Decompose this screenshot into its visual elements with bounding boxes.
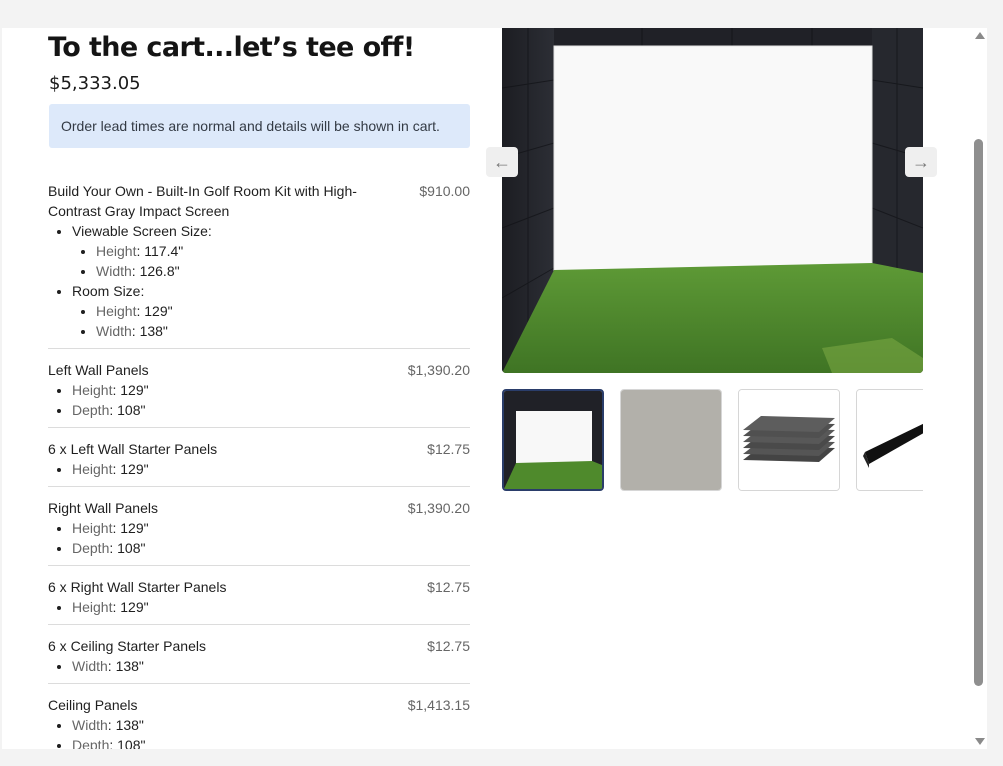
option-key: Width [72,717,108,733]
cart-modal: To the cart...let’s tee off! $5,333.05 O… [2,28,971,749]
option-key: Height [72,520,113,536]
option-value: 108" [117,402,146,418]
arrow-left-icon: ← [493,151,511,172]
gallery-prev-button[interactable]: ← [486,147,518,177]
option-value: 138" [115,717,144,733]
line-item-price: $910.00 [419,183,470,199]
line-item-name: 6 x Ceiling Starter Panels [48,638,206,654]
option-list: Width: 138"Depth: 108" [48,715,470,749]
option-item: Depth: 108" [72,538,470,558]
line-item: Ceiling Panels $1,413.15 Width: 138"Depth:… [48,684,470,749]
line-item-price: $12.75 [427,441,470,457]
option-key: Depth [72,402,110,418]
option-item: Width: 126.8" [96,261,470,281]
scroll-down-icon[interactable] [975,738,985,745]
option-key: Height [72,382,113,398]
option-group-label: Viewable Screen Size: [72,223,212,239]
option-key: Depth [72,737,110,749]
line-item-name: Left Wall Panels [48,362,149,378]
option-list: Width: 138" [48,656,470,676]
line-item-name: Build Your Own - Built-In Golf Room Kit … [48,183,357,219]
option-value: 117.4" [144,243,184,259]
option-key: Height [72,599,113,615]
lead-time-notice-text: Order lead times are normal and details … [61,118,440,134]
option-list: Viewable Screen Size:Height: 117.4"Width… [48,221,470,341]
option-value: 129" [144,303,173,319]
total-price: $5,333.05 [49,73,141,94]
line-item: 6 x Right Wall Starter Panels $12.75 Heigh… [48,566,470,625]
scroll-up-icon[interactable] [975,32,985,39]
option-key: Height [96,303,137,319]
modal-scrollbar[interactable] [971,28,987,749]
line-item: 6 x Ceiling Starter Panels $12.75 Width: 1… [48,625,470,684]
option-group: Room Size: Height: 129"Width: 138" [72,281,470,341]
page-title: To the cart...let’s tee off! [48,32,415,63]
option-value: 138" [139,323,168,339]
arrow-right-icon: → [912,151,930,172]
line-item-name: 6 x Right Wall Starter Panels [48,579,227,595]
option-list: Height: 129" [48,597,470,617]
option-group-label: Room Size: [72,283,145,299]
thumbnail-golf-room[interactable] [502,389,604,491]
option-item: Height: 117.4" [96,241,470,261]
thumbnail-trim-piece[interactable] [856,389,923,491]
line-item-name: Right Wall Panels [48,500,158,516]
option-key: Width [72,658,108,674]
line-item-price: $1,413.15 [407,697,470,713]
gallery-next-button[interactable]: → [905,147,937,177]
option-list: Height: 129"Depth: 108" [48,518,470,558]
option-value: 129" [120,599,149,615]
line-item: Build Your Own - Built-In Golf Room Kit … [48,181,470,349]
option-value: 108" [117,737,146,749]
scrollbar-thumb[interactable] [974,139,983,686]
line-item: 6 x Left Wall Starter Panels $12.75 Height… [48,428,470,487]
option-value: 129" [120,461,149,477]
option-item: Height: 129" [72,518,470,538]
line-item-price: $12.75 [427,579,470,595]
option-sublist: Height: 129"Width: 138" [72,301,470,341]
option-key: Width [96,323,132,339]
option-item: Width: 138" [96,321,470,341]
option-item: Depth: 108" [72,400,470,420]
line-item: Right Wall Panels$1,390.20Height: 129"De… [48,487,470,566]
option-list: Height: 129" [48,459,470,479]
line-item-list: Build Your Own - Built-In Golf Room Kit … [48,181,470,749]
option-item: Height: 129" [72,380,470,400]
option-key: Height [72,461,113,477]
lead-time-notice: Order lead times are normal and details … [49,104,470,148]
thumbnail-panel-stack[interactable] [738,389,840,491]
line-item-price: $1,390.20 [407,362,470,378]
option-key: Width [96,263,132,279]
option-key: Height [96,243,137,259]
option-item: Depth: 108" [72,735,470,749]
option-item: Height: 129" [96,301,470,321]
option-value: 126.8" [139,263,180,279]
option-sublist: Height: 117.4"Width: 126.8" [72,241,470,281]
main-product-image [502,28,923,373]
option-key: Depth [72,540,110,556]
thumbnail-strip [502,389,923,493]
option-value: 108" [117,540,146,556]
line-item: Left Wall Panels$1,390.20Height: 129"Dep… [48,349,470,428]
line-item-price: $12.75 [427,638,470,654]
option-value: 138" [115,658,144,674]
line-item-name: 6 x Left Wall Starter Panels [48,441,218,457]
line-item-price: $1,390.20 [407,500,470,516]
option-list: Height: 129"Depth: 108" [48,380,470,420]
option-group: Viewable Screen Size:Height: 117.4"Width… [72,221,470,281]
option-item: Height: 129" [72,597,470,617]
option-value: 129" [120,520,149,536]
thumbnail-gray-screen[interactable] [620,389,722,491]
line-item-name: Ceiling Panels [48,697,138,713]
option-item: Height: 129" [72,459,470,479]
option-item: Width: 138" [72,656,470,676]
option-value: 129" [120,382,149,398]
option-item: Width: 138" [72,715,470,735]
